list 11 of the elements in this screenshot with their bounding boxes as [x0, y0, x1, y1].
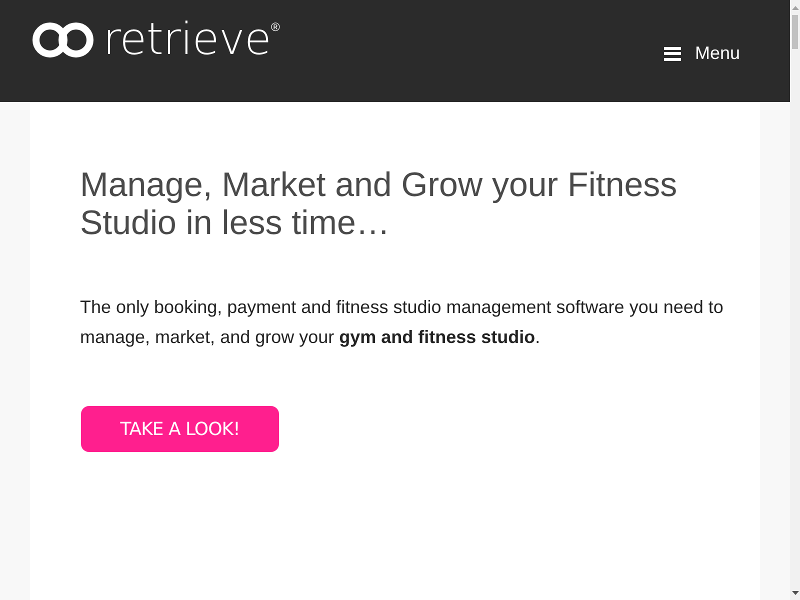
registered-mark: ®: [270, 20, 280, 34]
scroll-down-icon[interactable]: [792, 590, 798, 594]
menu-icon: [664, 46, 681, 60]
scrollbar-thumb[interactable]: [792, 15, 798, 49]
brand-name: retrieve: [103, 18, 271, 62]
scroll-up-icon[interactable]: [792, 6, 798, 10]
hero-text: The only booking, payment and fitness studio management software you need to manage, market, and grow your gym and fitness studio.: [80, 296, 724, 349]
menu-button[interactable]: Menu: [664, 43, 740, 64]
logo-icon: [31, 20, 95, 60]
take-a-look-button[interactable]: TAKE A LOOK!: [81, 406, 279, 452]
hero-heading: Manage, Market and Grow your Fitness Studio in less time…: [80, 166, 678, 242]
